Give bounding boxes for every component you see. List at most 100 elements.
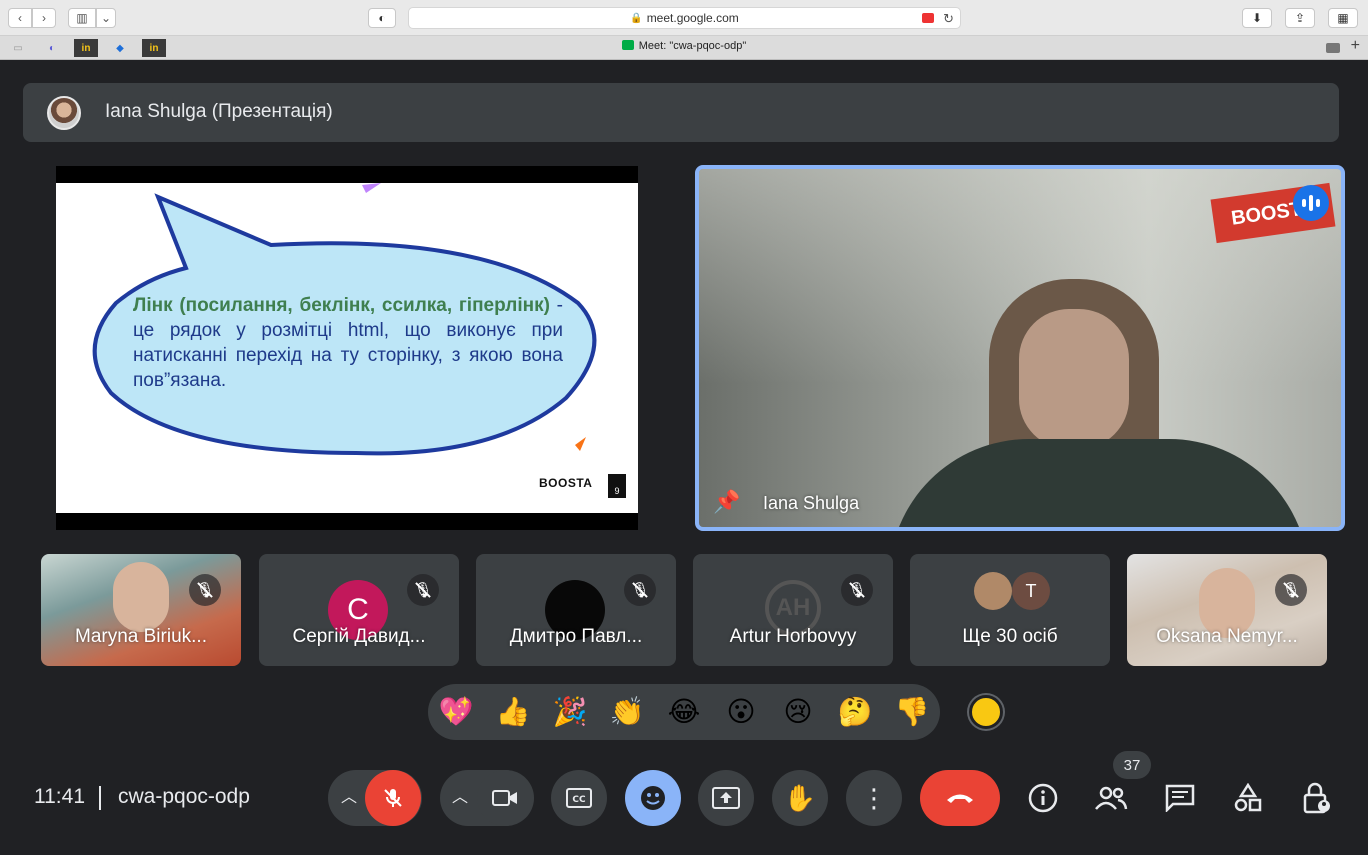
slide-page-number: 9 <box>608 474 626 498</box>
info-icon <box>1028 783 1058 813</box>
more-options-button[interactable]: ⋮ <box>846 770 902 826</box>
boosta-logo: BOOSTA <box>539 476 593 490</box>
speaker-face <box>1019 309 1129 449</box>
active-speaker-tile[interactable]: BOOSTA 📌 Iana Shulga <box>695 165 1345 531</box>
privacy-shield-button[interactable]: ◐ <box>368 8 396 28</box>
mic-off-icon: 🎙 <box>624 574 656 606</box>
participant-tile[interactable]: AH 🎙 Artur Horbovyy <box>693 554 893 666</box>
meeting-details-button[interactable] <box>1023 778 1063 818</box>
participant-tile[interactable]: 🎙 Maryna Biriuk... <box>41 554 241 666</box>
meeting-clock: 11:41 <box>34 785 85 808</box>
slide-text: Лінк (посилання, беклінк, ссилка, гіперл… <box>133 293 563 393</box>
participant-name: Oksana Nemyr... <box>1156 626 1298 647</box>
participant-avatar: T <box>1012 572 1050 610</box>
slide-term: Лінк (посилання, беклінк, ссилка, гіперл… <box>133 295 550 316</box>
reaction-laugh[interactable]: 😂 <box>664 694 704 730</box>
tab-overview-button[interactable]: ▦ <box>1328 8 1358 28</box>
presentation-title: Iana Shulga (Презентація) <box>105 101 333 122</box>
tab-title: Meet: "cwa-pqoc-odp" <box>638 40 747 52</box>
participant-tile[interactable]: 🎙 Дмитро Павл... <box>476 554 676 666</box>
presentation-slide[interactable]: Лінк (посилання, беклінк, ссилка, гіперл… <box>56 166 638 530</box>
reaction-heart[interactable]: 💖 <box>436 694 476 730</box>
raise-hand-button[interactable]: ✋ <box>772 770 828 826</box>
people-icon <box>1095 786 1128 810</box>
presenter-avatar <box>47 96 81 130</box>
emoji-reactions-button[interactable] <box>625 770 681 826</box>
leave-call-button[interactable] <box>920 770 1000 826</box>
reaction-party[interactable]: 🎉 <box>550 694 590 730</box>
share-button[interactable]: ⇪ <box>1285 8 1315 28</box>
divider <box>99 786 101 810</box>
skin-tone-picker[interactable] <box>969 695 1003 729</box>
mic-off-icon: 🎙 <box>1275 574 1307 606</box>
reload-icon[interactable]: ↻ <box>943 11 954 27</box>
lock-icon: 🔒 <box>630 12 643 24</box>
mic-off-icon: 🎙 <box>841 574 873 606</box>
reaction-thinking[interactable]: 🤔 <box>835 694 875 730</box>
camera-recording-icon[interactable] <box>922 13 934 23</box>
reactions-bar: 💖 👍 🎉 👏 😂 😮 😢 🤔 👎 <box>428 684 1003 740</box>
participant-name: Artur Horbovyy <box>729 626 857 647</box>
participant-count-badge: 37 <box>1113 751 1151 779</box>
svg-text:CC: CC <box>572 795 586 805</box>
activities-button[interactable] <box>1228 778 1268 818</box>
speaking-indicator-icon <box>1293 185 1329 221</box>
captions-button[interactable]: CC <box>551 770 607 826</box>
participant-name: Дмитро Павл... <box>509 626 643 647</box>
camera-icon <box>492 790 517 806</box>
reaction-crying[interactable]: 😢 <box>778 694 818 730</box>
url-text: meet.google.com <box>646 11 739 25</box>
chat-icon <box>1165 784 1195 812</box>
camera-toggle-button[interactable] <box>477 770 533 826</box>
mic-off-icon <box>384 789 402 807</box>
more-participants-label: Ще 30 осіб <box>962 626 1058 647</box>
active-tab[interactable]: Meet: "cwa-pqoc-odp" <box>0 40 1368 52</box>
mic-off-icon: 🎙 <box>407 574 439 606</box>
video-options-chevron-up-icon[interactable]: ︿ <box>448 786 472 810</box>
hand-icon: ✋ <box>783 782 817 813</box>
chevron-down-icon[interactable]: ⌄ <box>96 8 116 28</box>
participant-thumbnail <box>974 572 1012 610</box>
meeting-code: cwa-pqoc-odp <box>118 785 250 808</box>
participant-name: Maryna Biriuk... <box>75 626 207 647</box>
hang-up-icon <box>947 794 973 803</box>
slide-content: Лінк (посилання, беклінк, ссилка, гіперл… <box>56 183 638 513</box>
more-vert-icon: ⋮ <box>861 783 887 813</box>
reaction-thumbs-down[interactable]: 👎 <box>892 694 932 730</box>
forward-button[interactable]: › <box>32 8 56 28</box>
audio-options-chevron-up-icon[interactable]: ︿ <box>337 786 361 810</box>
tab-bar: ▭ ◐ in ◆ in Meet: "cwa-pqoc-odp" + <box>0 36 1368 60</box>
browser-toolbar: ‹ › ▥ ⌄ ◐ 🔒 meet.google.com ↻ ⬇ ⇪ ▦ <box>0 0 1368 36</box>
participant-face <box>113 562 169 632</box>
host-controls-button[interactable] <box>1297 778 1337 818</box>
more-participants-tile[interactable]: T Ще 30 осіб <box>910 554 1110 666</box>
participant-tile[interactable]: 🎙 Oksana Nemyr... <box>1127 554 1327 666</box>
reaction-surprised[interactable]: 😮 <box>721 694 761 730</box>
speaker-video <box>889 269 1309 527</box>
address-bar[interactable]: 🔒 meet.google.com ↻ <box>408 7 961 29</box>
smiley-icon <box>641 786 665 810</box>
people-button[interactable] <box>1091 778 1131 818</box>
present-screen-button[interactable] <box>698 770 754 826</box>
lock-person-icon <box>1303 782 1330 814</box>
downloads-button[interactable]: ⬇ <box>1242 8 1272 28</box>
sidebar-toggle-button[interactable]: ▥ <box>68 8 96 28</box>
new-tab-button[interactable]: + <box>1351 37 1360 55</box>
back-button[interactable]: ‹ <box>8 8 32 28</box>
participant-name: Сергій Давид... <box>292 626 426 647</box>
closed-captions-icon: CC <box>566 788 592 808</box>
reaction-clap[interactable]: 👏 <box>607 694 647 730</box>
present-icon <box>712 787 740 809</box>
mic-toggle-button[interactable] <box>365 770 421 826</box>
presentation-header: Iana Shulga (Презентація) <box>23 83 1339 142</box>
reaction-thumbs-up[interactable]: 👍 <box>493 694 533 730</box>
mic-off-icon: 🎙 <box>189 574 221 606</box>
participant-tile[interactable]: C 🎙 Сергій Давид... <box>259 554 459 666</box>
speaker-body <box>889 439 1309 527</box>
chat-button[interactable] <box>1160 778 1200 818</box>
meet-favicon <box>621 40 634 50</box>
speaker-name: Iana Shulga <box>763 493 860 513</box>
camera-icon <box>1326 43 1340 53</box>
shapes-icon <box>1234 783 1262 812</box>
pin-icon[interactable]: 📌 <box>713 489 740 515</box>
